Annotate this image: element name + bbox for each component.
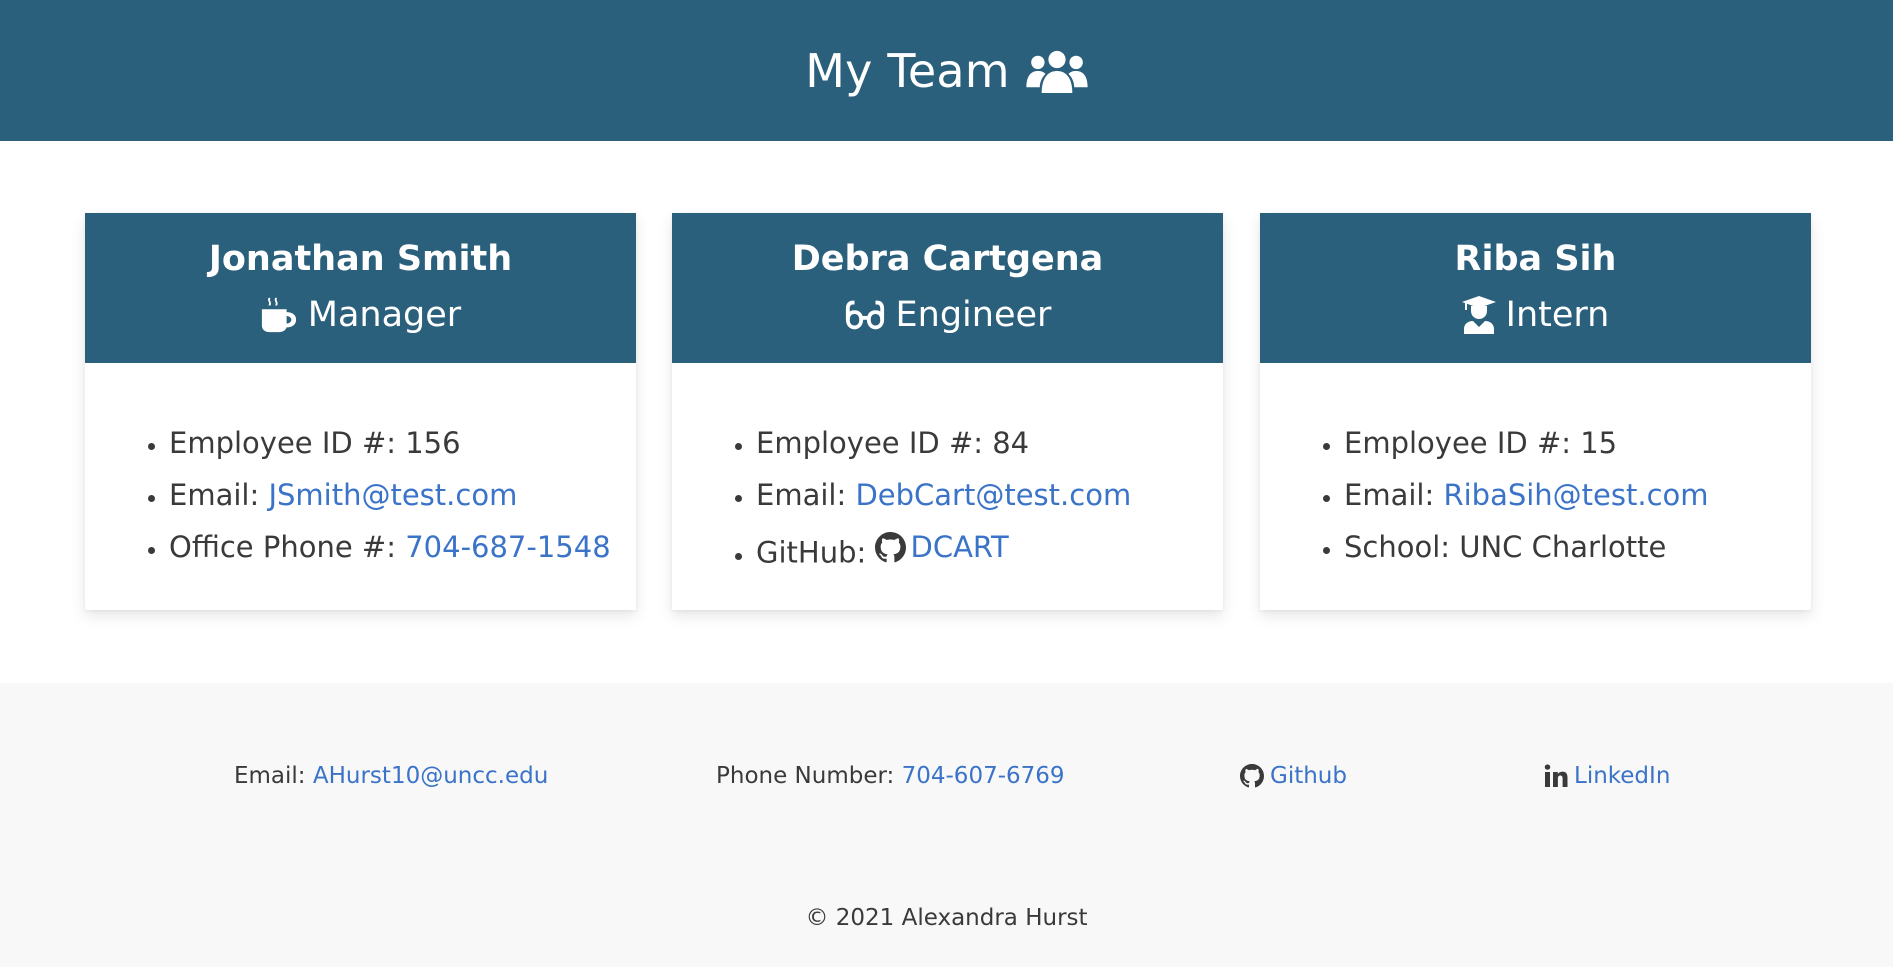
footer-phone-label: Phone Number:	[716, 763, 895, 789]
page-header: My Team	[0, 0, 1893, 141]
employee-role-label: Intern	[1505, 295, 1610, 335]
school-label: School:	[1344, 530, 1460, 564]
footer-linkedin-link[interactable]: LinkedIn	[1574, 763, 1670, 789]
footer-email-label: Email:	[234, 763, 306, 789]
employee-details: Employee ID #: 84 Email: DebCart@test.co…	[672, 417, 1223, 579]
email-link[interactable]: RibaSih@test.com	[1443, 478, 1708, 512]
email-link[interactable]: DebCart@test.com	[855, 478, 1131, 512]
school-value: UNC Charlotte	[1459, 530, 1667, 564]
employee-card-intern: Riba Sih Intern Employee ID #: 15 Email:…	[1260, 213, 1811, 610]
card-body: Employee ID #: 15 Email: RibaSih@test.co…	[1260, 363, 1811, 573]
glasses-icon	[845, 300, 884, 330]
card-header: Debra Cartgena Engineer	[672, 213, 1223, 363]
office-phone-label: Office Phone #:	[169, 530, 406, 564]
footer-linkedin[interactable]: LinkedIn	[1544, 763, 1670, 789]
github-icon	[875, 531, 907, 562]
employee-id-label: Employee ID #:	[756, 426, 993, 460]
graduate-icon	[1461, 296, 1496, 334]
employee-id-value: 15	[1580, 426, 1618, 460]
email-label: Email:	[1344, 478, 1444, 512]
employee-name: Jonathan Smith	[208, 239, 513, 279]
employee-id-value: 156	[405, 426, 461, 460]
card-body: Employee ID #: 84 Email: DebCart@test.co…	[672, 363, 1223, 579]
github-item: GitHub: DCART	[756, 521, 1223, 579]
footer-phone-link[interactable]: 704-607-6769	[902, 763, 1065, 789]
page-title-text: My Team	[805, 43, 1010, 98]
page-title: My Team	[805, 44, 1088, 98]
school-item: School: UNC Charlotte	[1344, 521, 1811, 573]
employee-id-item: Employee ID #: 156	[169, 417, 636, 469]
employee-details: Employee ID #: 15 Email: RibaSih@test.co…	[1260, 417, 1811, 573]
employee-id-label: Employee ID #:	[169, 426, 406, 460]
coffee-mug-icon	[261, 297, 296, 333]
page-footer: Email: AHurst10@uncc.edu Phone Number: 7…	[0, 683, 1893, 967]
github-icon	[1240, 764, 1264, 788]
users-icon	[1026, 50, 1088, 93]
email-item: Email: RibaSih@test.com	[1344, 469, 1811, 521]
card-body: Employee ID #: 156 Email: JSmith@test.co…	[85, 363, 636, 573]
employee-role-label: Manager	[307, 295, 462, 335]
github-label: GitHub:	[756, 535, 876, 570]
footer-email: Email: AHurst10@uncc.edu	[234, 763, 548, 789]
email-item: Email: DebCart@test.com	[756, 469, 1223, 521]
employee-id-value: 84	[992, 426, 1030, 460]
employee-card-manager: Jonathan Smith Manager Employee ID #: 15…	[85, 213, 636, 610]
email-link[interactable]: JSmith@test.com	[268, 478, 517, 512]
footer-github-link[interactable]: Github	[1270, 763, 1347, 789]
github-link-wrap: DCART	[875, 521, 1009, 573]
linkedin-icon	[1544, 764, 1568, 787]
employee-role: Intern	[1461, 290, 1610, 340]
email-label: Email:	[756, 478, 856, 512]
card-header: Riba Sih Intern	[1260, 213, 1811, 363]
footer-email-link[interactable]: AHurst10@uncc.edu	[313, 763, 548, 789]
employee-id-item: Employee ID #: 15	[1344, 417, 1811, 469]
office-phone-link[interactable]: 704-687-1548	[405, 530, 610, 564]
employee-name: Debra Cartgena	[791, 239, 1104, 279]
email-item: Email: JSmith@test.com	[169, 469, 636, 521]
employee-details: Employee ID #: 156 Email: JSmith@test.co…	[85, 417, 636, 573]
employee-id-label: Employee ID #:	[1344, 426, 1581, 460]
footer-phone: Phone Number: 704-607-6769	[716, 763, 1065, 789]
team-cards: Jonathan Smith Manager Employee ID #: 15…	[0, 213, 1893, 610]
employee-card-engineer: Debra Cartgena Engineer Employee ID #: 8…	[672, 213, 1223, 610]
employee-role: Engineer	[844, 290, 1052, 340]
employee-role-label: Engineer	[895, 295, 1052, 335]
card-header: Jonathan Smith Manager	[85, 213, 636, 363]
employee-role: Manager	[260, 290, 461, 340]
footer-github[interactable]: Github	[1240, 763, 1347, 789]
employee-name: Riba Sih	[1454, 239, 1617, 279]
office-phone-item: Office Phone #: 704-687-1548	[169, 521, 636, 573]
copyright-text: © 2021 Alexandra Hurst	[805, 905, 1088, 931]
employee-id-item: Employee ID #: 84	[756, 417, 1223, 469]
github-link[interactable]: DCART	[910, 521, 1008, 573]
email-label: Email:	[169, 478, 269, 512]
